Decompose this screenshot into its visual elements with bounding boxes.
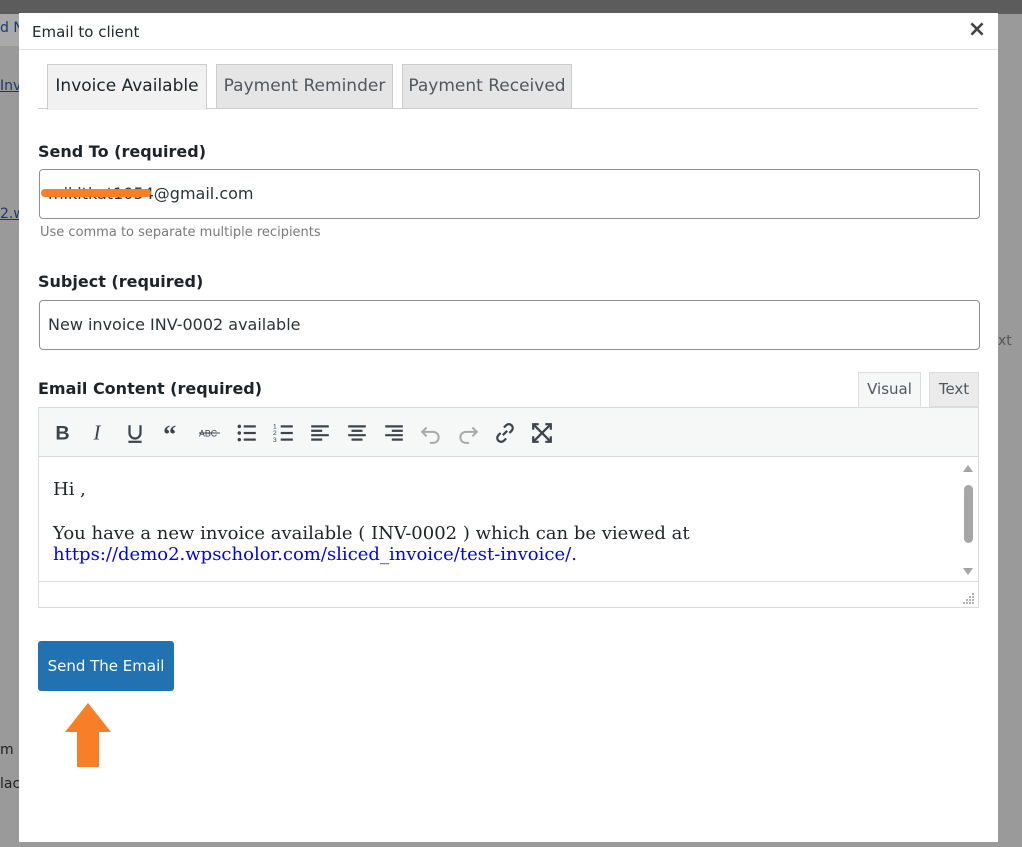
message-text: You have a new invoice available ( INV-0…: [53, 523, 690, 544]
close-icon[interactable]: ×: [966, 18, 988, 42]
send-to-help: Use comma to separate multiple recipient…: [40, 225, 321, 240]
visual-tab[interactable]: Visual: [858, 372, 921, 407]
fullscreen-icon[interactable]: [528, 419, 556, 447]
scroll-down-icon[interactable]: [962, 567, 974, 577]
strikethrough-icon[interactable]: ABC: [196, 419, 224, 447]
svg-text:I: I: [93, 422, 102, 444]
svg-text:3: 3: [273, 437, 277, 444]
bullet-list-icon[interactable]: [233, 419, 261, 447]
subject-input[interactable]: New invoice INV-0002 available: [39, 300, 980, 350]
email-modal: Email to client × Invoice Available Paym…: [19, 13, 998, 842]
text-tab[interactable]: Text: [929, 372, 979, 407]
scroll-thumb[interactable]: [964, 485, 973, 543]
modal-title: Email to client: [32, 23, 140, 41]
redaction-mark: [41, 189, 151, 197]
redo-icon[interactable]: [454, 419, 482, 447]
tab-invoice-available[interactable]: Invoice Available: [47, 64, 207, 110]
send-to-input[interactable]: mikitkat1054@gmail.com: [39, 169, 980, 219]
background-fragment: m: [0, 742, 14, 758]
modal-header: Email to client ×: [19, 13, 998, 50]
email-content-label: Email Content (required): [38, 379, 263, 398]
italic-icon[interactable]: I: [85, 419, 113, 447]
background-fragment: d N: [0, 20, 19, 36]
scroll-up-icon[interactable]: [962, 463, 974, 473]
editor-content[interactable]: Hi , You have a new invoice available ( …: [53, 479, 948, 565]
blockquote-icon[interactable]: “: [159, 419, 187, 447]
link-icon[interactable]: [491, 419, 519, 447]
underline-icon[interactable]: [121, 419, 149, 447]
bold-icon[interactable]: B: [48, 419, 76, 447]
background-fragment: xt: [998, 333, 1012, 349]
svg-text:“: “: [163, 422, 176, 444]
link-suffix: .: [571, 544, 577, 565]
numbered-list-icon[interactable]: 123: [270, 419, 298, 447]
email-type-tabs: Invoice Available Payment Reminder Payme…: [38, 63, 978, 110]
editor-status-bar: [39, 581, 978, 607]
background-fragment: lac: [0, 776, 19, 792]
tab-payment-reminder[interactable]: Payment Reminder: [216, 64, 393, 109]
undo-icon[interactable]: [417, 419, 445, 447]
send-to-label: Send To (required): [38, 142, 207, 161]
editor-scrollbar[interactable]: [962, 463, 974, 577]
editor-toolbar: B I “ ABC 123: [38, 407, 979, 457]
align-center-icon[interactable]: [343, 419, 371, 447]
subject-value: New invoice INV-0002 available: [48, 315, 301, 334]
background-fragment: Inv: [0, 78, 19, 94]
message-paragraph: You have a new invoice available ( INV-0…: [53, 523, 948, 565]
email-content-editor[interactable]: Hi , You have a new invoice available ( …: [38, 457, 979, 608]
send-email-button[interactable]: Send The Email: [38, 641, 174, 691]
background-fragment: 2.w: [0, 206, 19, 222]
align-left-icon[interactable]: [306, 419, 334, 447]
tab-payment-received[interactable]: Payment Received: [402, 64, 572, 109]
align-right-icon[interactable]: [380, 419, 408, 447]
subject-label: Subject (required): [38, 272, 204, 291]
resize-grip-icon[interactable]: [963, 592, 975, 604]
arrow-up-icon: [65, 703, 111, 767]
svg-text:B: B: [55, 423, 69, 444]
greeting-line: Hi ,: [53, 479, 86, 500]
invoice-link[interactable]: https://demo2.wpscholor.com/sliced_invoi…: [53, 544, 571, 565]
